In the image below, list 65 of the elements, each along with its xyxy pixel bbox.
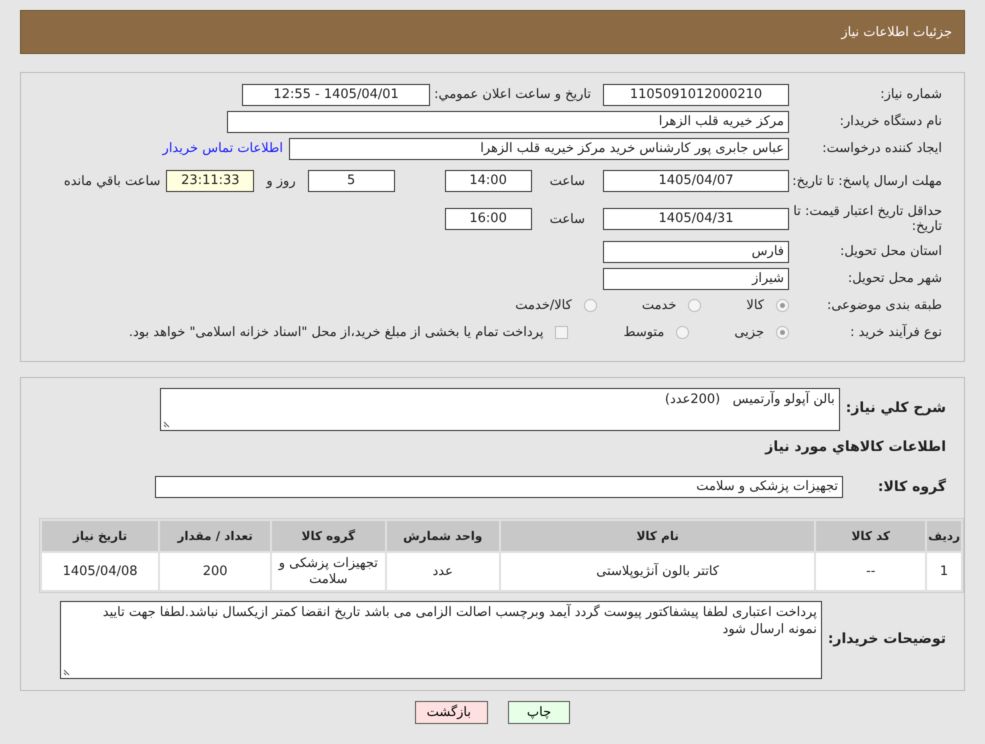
radio-button[interactable] <box>776 326 789 339</box>
option-label: خدمت <box>642 298 676 313</box>
remaining-time-field[interactable]: 23:11:33 <box>166 170 254 192</box>
section-heading: اطلاعات کالاهاي مورد نیاز <box>764 439 946 455</box>
field-label: ایجاد کننده درخواست: <box>821 141 943 156</box>
print-button[interactable]: چاپ <box>508 701 570 724</box>
announce-datetime-field[interactable]: 1405/04/01 - 12:55 <box>242 84 430 106</box>
days-label: روز و <box>266 174 296 188</box>
field-label: توضیحات خریدار: <box>828 630 946 647</box>
table-cell: 1 <box>927 553 961 590</box>
time-field[interactable]: 16:00 <box>444 208 532 230</box>
time-field[interactable]: 14:00 <box>444 170 532 192</box>
field-label: تاریخ و ساعت اعلان عمومي: <box>434 87 591 102</box>
column-header: گروه کالا <box>272 521 385 551</box>
radio-button[interactable] <box>688 299 702 312</box>
field-label: نوع فرآیند خرید : <box>849 325 943 340</box>
checkbox[interactable] <box>555 326 568 339</box>
buyer-org-field[interactable]: مرکز خیریه قلب الزهرا <box>227 110 789 132</box>
buyer-notes-field[interactable]: پرداخت اعتباری لطفا پیشفاکتور پیوست گردد آیمد وبرچسب اصالت الزامی می باشد تاریخ انقضا کمتر ازیکسال نباشد.لطفا جهت تایید نمونه ارسال شود <box>60 601 822 679</box>
date-field[interactable]: 1405/04/31 <box>603 208 789 230</box>
column-header: تاریخ نیاز <box>42 521 158 551</box>
remaining-label: ساعت باقي مانده <box>64 174 160 188</box>
field-label: شماره نیاز: <box>879 87 943 102</box>
table-cell: عدد <box>386 553 499 590</box>
days-field[interactable]: 5 <box>308 170 395 192</box>
radio-button[interactable] <box>776 299 789 312</box>
resize-grip-icon[interactable] <box>62 668 71 676</box>
resize-grip-icon[interactable] <box>162 420 171 428</box>
option-label: کالا <box>746 298 764 313</box>
goods-group-field[interactable]: تجهیزات پزشکی و سلامت <box>155 476 843 498</box>
checkbox-label: پرداخت تمام یا بخشی از مبلغ خرید،از محل "اسناد خزانه اسلامی" خواهد بود. <box>128 325 544 340</box>
field-label: شرح کلي نیاز: <box>846 399 946 416</box>
column-header: تعداد / مقدار <box>160 521 270 551</box>
field-label: طبقه بندی موضوعی: <box>826 298 943 313</box>
column-header: کد کالا <box>816 521 926 551</box>
table-cell: تجهیزات پزشکی و سلامت <box>272 553 385 590</box>
time-label: ساعت <box>550 174 585 188</box>
table-cell: کاتتر بالون آنژیوپلاستی <box>500 553 814 590</box>
option-label: کالا/خدمت <box>515 298 572 313</box>
contact-link[interactable]: اطلاعات تماس خریدار <box>162 141 283 156</box>
date-field[interactable]: 1405/04/07 <box>603 170 789 192</box>
field-label: استان محل تحویل: <box>839 244 943 259</box>
back-button[interactable]: بازگشت <box>415 701 488 724</box>
requester-field[interactable]: عباس جابری پور کارشناس خرید مرکز خیریه قلب الزهرا <box>289 138 789 160</box>
field-label: شهر محل تحویل: <box>846 271 943 286</box>
field-label: نام دستگاه خریدار: <box>838 114 943 129</box>
need-number-field[interactable]: 1105091012000210 <box>603 84 789 106</box>
time-label: ساعت <box>550 212 585 226</box>
option-label: متوسط <box>623 325 664 340</box>
table-cell: -- <box>816 553 926 590</box>
field-label: حداقل تاریخ اعتبار قیمت: تا تاریخ: <box>792 204 943 234</box>
field-label: مهلت ارسال پاسخ: تا تاریخ: <box>791 174 943 188</box>
radio-button[interactable] <box>676 326 690 339</box>
option-label: جزیی <box>734 325 764 340</box>
column-header: واحد شمارش <box>386 521 499 551</box>
table-cell: 200 <box>160 553 270 590</box>
table-cell: 1405/04/08 <box>42 553 158 590</box>
radio-button[interactable] <box>584 299 597 312</box>
city-field[interactable]: شیراز <box>603 268 789 290</box>
province-field[interactable]: فارس <box>603 240 789 262</box>
column-header: ردیف <box>927 521 961 551</box>
column-header: نام کالا <box>500 521 814 551</box>
page-header: جزئیات اطلاعات نیاز <box>20 10 965 54</box>
summary-field[interactable]: بالن آپولو وآرتمیس (200عدد) <box>160 388 840 431</box>
field-label: گروه کالا: <box>876 478 946 494</box>
